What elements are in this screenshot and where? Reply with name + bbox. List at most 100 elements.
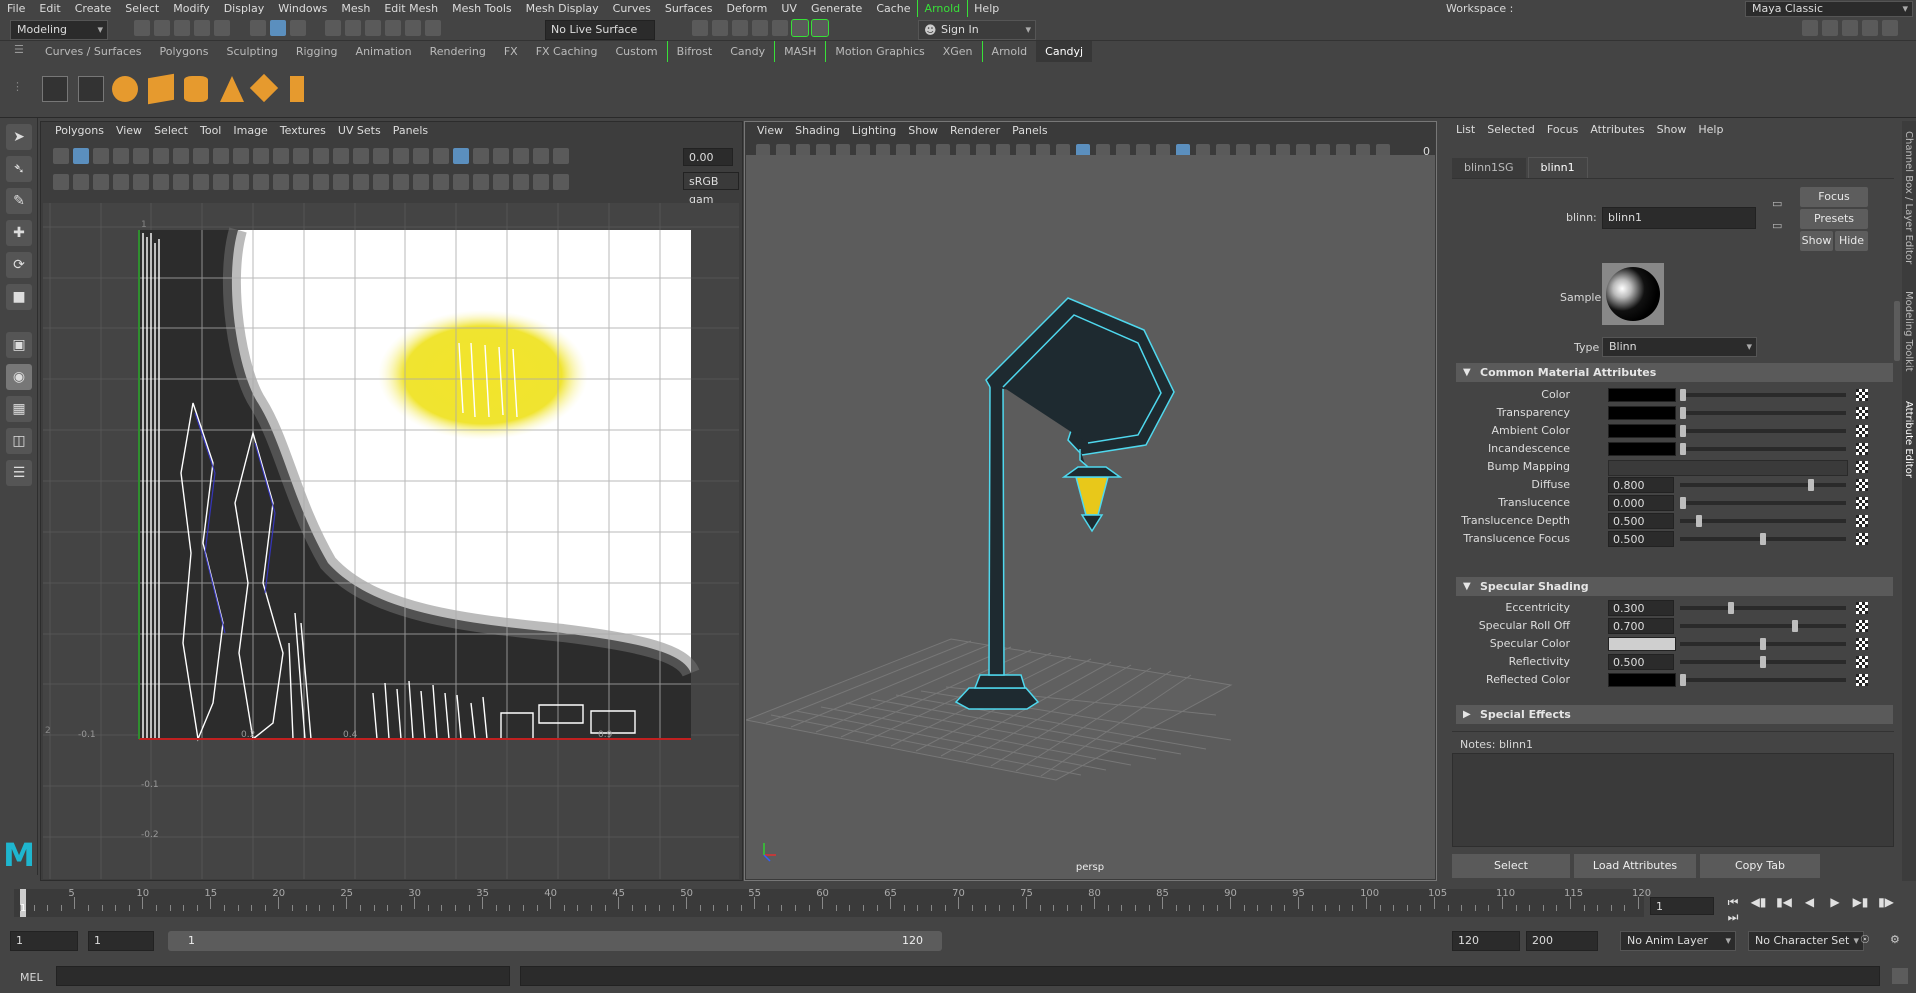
modeling-toolkit-icon[interactable] [1882,20,1898,36]
uv-tool-icon[interactable] [133,174,149,190]
uv-tool-icon[interactable] [353,148,369,164]
uv-value-field[interactable]: 0.00 [683,148,733,166]
open-scene-icon[interactable] [154,20,170,36]
ae-scrollbar[interactable] [1894,281,1902,721]
menu-curves[interactable]: Curves [606,0,658,17]
uv-tool-icon[interactable] [193,148,209,164]
viewport-menu-panels[interactable]: Panels [1006,122,1053,140]
uv-tool-icon[interactable] [433,174,449,190]
slider-handle[interactable] [1680,389,1686,401]
attr-slider[interactable] [1680,443,1846,455]
slider-handle[interactable] [1680,497,1686,509]
select-tool-icon[interactable]: ➤ [6,124,32,150]
playback-end-field[interactable]: 120 [1452,931,1520,951]
move-tool-icon[interactable]: ✚ [6,220,32,246]
uv-menu-textures[interactable]: Textures [274,122,332,140]
undo-icon[interactable] [194,20,210,36]
last-tool-icon[interactable]: ▣ [6,332,32,358]
color-space-field[interactable]: sRGB gam [683,172,739,206]
paint-select-icon[interactable]: ✎ [6,188,32,214]
menu-select[interactable]: Select [118,0,166,17]
uv-tool-icon[interactable] [493,174,509,190]
menu-cache[interactable]: Cache [869,0,917,17]
shelf-tab-rendering[interactable]: Rendering [421,41,495,62]
shelf-tab-mash[interactable]: MASH [774,41,825,62]
uv-grid-icon[interactable] [42,76,68,102]
uv-tool-icon[interactable] [493,148,509,164]
shelf-tab-bifrost[interactable]: Bifrost [666,41,722,62]
uv-tool-icon[interactable] [373,148,389,164]
attr-value-field[interactable]: 0.700 [1608,618,1674,634]
slider-handle[interactable] [1760,656,1766,668]
uv-tool-icon[interactable] [473,174,489,190]
outliner-icon[interactable]: ☰ [6,460,32,486]
color-swatch[interactable] [1608,406,1676,420]
uv-menu-panels[interactable]: Panels [387,122,434,140]
select-by-object-icon[interactable] [289,20,306,36]
shelf-tab-animation[interactable]: Animation [347,41,421,62]
uv-tool-icon[interactable] [233,174,249,190]
uv-tool-icon[interactable] [533,148,549,164]
uv-tool-icon[interactable] [413,174,429,190]
map-button-icon[interactable] [1856,656,1868,668]
cube-icon[interactable] [148,73,174,105]
slider-handle[interactable] [1760,533,1766,545]
slider-handle[interactable] [1728,602,1734,614]
viewport-menu-view[interactable]: View [751,122,789,140]
arnold-light-icon[interactable] [791,19,809,37]
uv-canvas[interactable]: 1 2 -0.1 0.2 0.4 0.9 -0.1 -0.2 [43,203,739,879]
play-forwards-icon[interactable]: ▶ [1824,895,1846,909]
attribute-editor-toggle-icon[interactable] [1842,20,1858,36]
uv-tool-icon[interactable] [393,174,409,190]
menu-deform[interactable]: Deform [719,0,774,17]
anim-prefs-icon[interactable]: ⚙ [1890,933,1900,946]
uv-tool-icon[interactable] [333,174,349,190]
attr-value-field[interactable]: 0.500 [1608,654,1674,670]
ae-tab-blinn1[interactable]: blinn1 [1527,157,1588,178]
uv-tool-icon[interactable] [133,148,149,164]
arnold-render-icon[interactable] [772,20,788,36]
viewport-canvas[interactable]: persp [746,155,1435,879]
snap-surface-icon[interactable] [405,20,421,36]
ae-select-button[interactable]: Select [1452,854,1570,878]
attr-slider[interactable] [1680,602,1846,614]
uv-tool-icon[interactable] [453,148,469,164]
ae-presets-icon[interactable]: ▭ [1772,219,1782,232]
time-slider[interactable]: 1 5 10 15 20 25 30 35 40 45 50 55 60 65 70 75 80 85 90 95 1… [0,887,1916,924]
attr-value-field[interactable]: 0.500 [1608,513,1674,529]
single-perspective-view-icon[interactable]: ◉ [6,364,32,390]
scale-tool-icon[interactable]: ■ [6,284,32,310]
mel-label[interactable]: MEL [20,971,43,984]
ae-menu-show[interactable]: Show [1651,121,1693,139]
uv-tool-icon[interactable] [413,148,429,164]
slider-handle[interactable] [1680,674,1686,686]
uv-tool-icon[interactable] [173,174,189,190]
auto-key-icon[interactable]: ☉ [1860,933,1870,946]
shelf-tab-candy[interactable]: Candy [721,41,774,62]
map-button-icon[interactable] [1856,497,1868,509]
ae-copy-tab-button[interactable]: Copy Tab [1700,854,1820,878]
render-settings-icon[interactable] [732,20,748,36]
type-dropdown[interactable]: Blinn [1602,337,1757,357]
uv-tool-icon[interactable] [93,148,109,164]
lasso-tool-icon[interactable]: ➴ [6,156,32,182]
uv-tool-icon[interactable] [513,174,529,190]
four-view-icon[interactable]: ▦ [6,396,32,422]
select-by-hierarchy-icon[interactable] [249,20,266,36]
menu-mesh-tools[interactable]: Mesh Tools [445,0,519,17]
step-back-frame-icon[interactable]: ▮◀ [1773,895,1795,909]
ae-focus-icon[interactable]: ▭ [1772,197,1782,210]
uv-tool-icon[interactable] [353,174,369,190]
uv-tool-icon[interactable] [53,148,69,164]
uv-tool-icon[interactable] [93,174,109,190]
menu-modify[interactable]: Modify [166,0,216,17]
map-button-icon[interactable] [1856,407,1868,419]
color-swatch[interactable] [1608,637,1676,651]
mode-dropdown[interactable]: Modeling [10,20,108,40]
rotate-tool-icon[interactable]: ⟳ [6,252,32,278]
shelf-tab-fx-caching[interactable]: FX Caching [527,41,607,62]
map-button-icon[interactable] [1856,443,1868,455]
shelf-tab-polygons[interactable]: Polygons [151,41,218,62]
slider-handle[interactable] [1680,407,1686,419]
ae-menu-attributes[interactable]: Attributes [1584,121,1650,139]
